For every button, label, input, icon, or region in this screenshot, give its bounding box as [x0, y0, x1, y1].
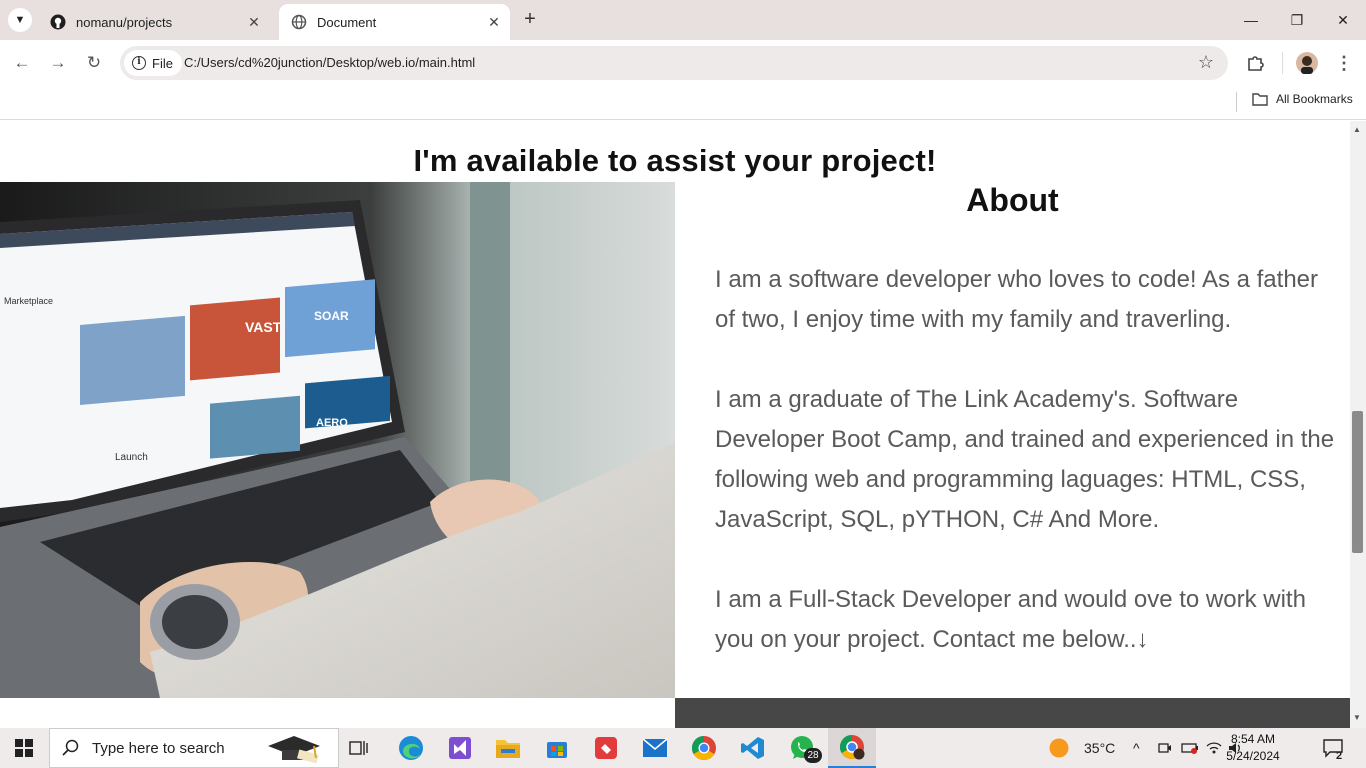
address-bar[interactable]: i File C:/Users/cd%20junction/Desktop/we…	[120, 46, 1228, 80]
screen-label-soar: SOAR	[314, 309, 349, 323]
forward-button[interactable]: →	[46, 51, 70, 75]
taskbar: Type here to search 28 35°C ^ 8:54 AM 5/…	[0, 728, 1366, 768]
bookmark-star-icon[interactable]: ☆	[1198, 52, 1214, 73]
whatsapp-badge: 28	[804, 748, 822, 763]
all-bookmarks-button[interactable]: All Bookmarks	[1252, 92, 1353, 106]
globe-icon	[291, 14, 307, 30]
notification-center[interactable]: 2	[1322, 728, 1344, 768]
about-title: About	[966, 182, 1059, 218]
start-button[interactable]	[0, 728, 48, 768]
extensions-button[interactable]	[1243, 51, 1267, 75]
visual-studio-icon[interactable]	[444, 732, 476, 764]
tab-title: Document	[317, 14, 377, 30]
url-text[interactable]: C:/Users/cd%20junction/Desktop/web.io/ma…	[184, 55, 475, 70]
folder-icon	[1252, 93, 1268, 106]
back-button[interactable]: ←	[10, 51, 34, 75]
bookmarks-bar: All Bookmarks	[0, 86, 1366, 120]
puzzle-icon	[1248, 56, 1264, 71]
graduation-cap-icon	[268, 736, 320, 764]
laptop-photo: Marketplace VAST SOAR AERO Launch	[0, 182, 675, 698]
wifi-icon[interactable]	[1206, 728, 1222, 768]
search-icon	[62, 739, 79, 756]
tab-document[interactable]: Document ✕	[279, 4, 510, 40]
contact-section-top	[675, 698, 1350, 728]
github-icon	[50, 14, 66, 30]
screen-label-marketplace: Marketplace	[4, 296, 53, 306]
restore-button[interactable]: ❐	[1274, 0, 1320, 40]
page-scrollbar[interactable]: ▲ ▼	[1350, 121, 1366, 728]
task-view-icon[interactable]	[343, 732, 375, 764]
close-icon[interactable]: ✕	[246, 14, 262, 30]
vscode-icon[interactable]	[737, 732, 769, 764]
close-icon[interactable]: ✕	[486, 14, 502, 30]
mail-icon[interactable]	[639, 732, 671, 764]
taskbar-search[interactable]: Type here to search	[49, 728, 339, 768]
meet-now-icon[interactable]	[1158, 728, 1172, 768]
file-explorer-icon[interactable]	[492, 732, 524, 764]
screen-label-aero: AERO	[316, 417, 348, 429]
whatsapp-icon[interactable]: 28	[786, 732, 822, 764]
about-paragraph-3: I am a Full-Stack Developer and would ov…	[715, 586, 1306, 653]
clock-date: 5/24/2024	[1226, 749, 1280, 763]
tab-strip: ▼ nomanu/projects ✕ Document ✕ + — ❐ ✕	[0, 0, 1366, 40]
git-app-icon[interactable]	[590, 732, 622, 764]
chevron-up-icon[interactable]: ^	[1133, 728, 1140, 768]
scheme-label: File	[152, 55, 173, 71]
windows-icon	[15, 739, 33, 757]
screen-label-vast: VAST	[245, 319, 282, 335]
search-placeholder: Type here to search	[92, 739, 225, 757]
tab-search-button[interactable]: ▼	[8, 8, 32, 32]
page-headline: I'm available to assist your project!	[413, 143, 937, 178]
weather-widget[interactable]: 35°C	[1048, 728, 1115, 768]
menu-button[interactable]: ⋮	[1332, 51, 1356, 75]
tab-title: nomanu/projects	[76, 14, 173, 30]
site-info-chip[interactable]: i File	[124, 50, 182, 76]
profile-avatar[interactable]	[1295, 51, 1319, 75]
reload-button[interactable]: ↻	[82, 51, 106, 75]
about-paragraph-1: I am a software developer who loves to c…	[715, 266, 1318, 333]
weather-temp: 35°C	[1084, 740, 1116, 756]
tab-github[interactable]: nomanu/projects ✕	[38, 4, 270, 40]
about-paragraph-2: I am a graduate of The Link Academy's. S…	[715, 386, 1335, 533]
notification-count: 2	[1336, 750, 1343, 762]
chrome-icon[interactable]	[688, 732, 720, 764]
scroll-up-arrow[interactable]: ▲	[1353, 125, 1361, 134]
scrollbar-thumb[interactable]	[1352, 411, 1363, 553]
edge-icon[interactable]	[395, 732, 427, 764]
minimize-button[interactable]: —	[1228, 0, 1274, 40]
store-icon[interactable]	[541, 732, 573, 764]
scroll-down-arrow[interactable]: ▼	[1353, 713, 1361, 722]
toolbar-divider	[1282, 52, 1283, 74]
all-bookmarks-label: All Bookmarks	[1276, 92, 1353, 106]
clock-time: 8:54 AM	[1230, 732, 1276, 746]
sun-icon	[1049, 738, 1069, 758]
chrome-profile-icon[interactable]	[828, 728, 876, 768]
info-icon: i	[132, 56, 146, 70]
new-tab-button[interactable]: +	[518, 8, 542, 32]
battery-icon[interactable]	[1181, 728, 1199, 768]
page-viewport: I'm available to assist your project! Ma…	[0, 121, 1350, 728]
close-window-button[interactable]: ✕	[1320, 0, 1366, 40]
screen-label-launch: Launch	[115, 452, 148, 463]
bookmarks-divider	[1236, 92, 1237, 112]
system-clock[interactable]: 8:54 AM 5/24/2024	[1222, 731, 1284, 765]
